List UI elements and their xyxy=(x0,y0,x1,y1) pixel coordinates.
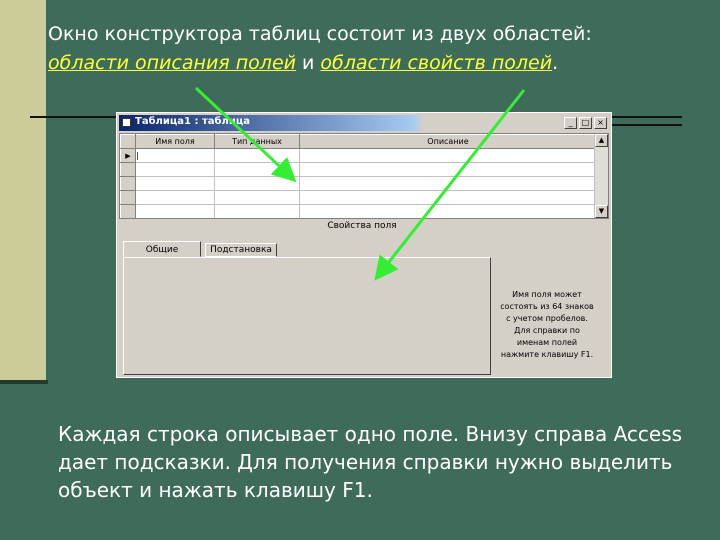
footer-description: Каждая строка описывает одно поле. Внизу… xyxy=(58,422,683,502)
arrow-to-field-grid-icon xyxy=(194,86,297,183)
arrow-to-properties-icon xyxy=(374,89,526,281)
